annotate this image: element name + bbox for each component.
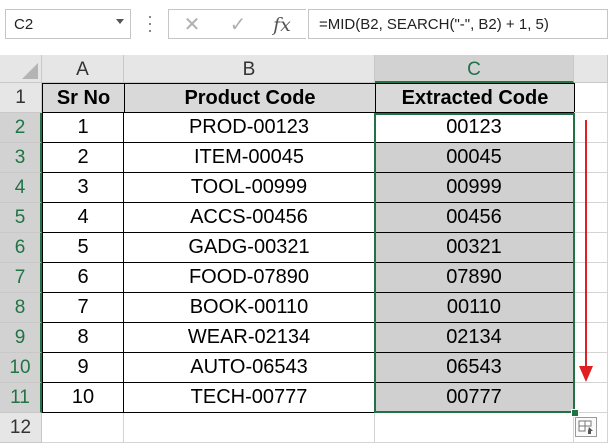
empty-cell[interactable] (375, 413, 574, 443)
table-cell[interactable]: 4 (42, 203, 124, 233)
formula-text: =MID(B2, SEARCH("-", B2) + 1, 5) (319, 16, 549, 33)
formula-buttons: ✕ ✓ fx (168, 9, 306, 39)
empty-cell[interactable] (42, 413, 124, 443)
row-header-9[interactable]: 9 (0, 323, 42, 353)
column-header-a[interactable]: A (42, 55, 124, 83)
formula-bar: C2 ✕ ✓ fx =MID(B2, SEARCH("-", B2) + 1, … (0, 0, 608, 52)
table-cell[interactable]: 00999 (375, 173, 574, 203)
empty-cell[interactable] (574, 383, 608, 413)
table-cell[interactable]: 00321 (375, 233, 574, 263)
row-header-10[interactable]: 10 (0, 353, 42, 383)
row-header-11[interactable]: 11 (0, 383, 42, 413)
table-cell[interactable]: 06543 (375, 353, 574, 383)
chevron-down-icon[interactable] (116, 19, 124, 24)
table-cell[interactable]: 00110 (375, 293, 574, 323)
close-icon[interactable]: ✕ (177, 14, 207, 36)
table-cell[interactable]: ACCS-00456 (124, 203, 375, 233)
select-all-corner[interactable] (0, 55, 42, 83)
table-cell[interactable]: WEAR-02134 (124, 323, 375, 353)
row-header-2[interactable]: 2 (0, 113, 42, 143)
row-header-6[interactable]: 6 (0, 233, 42, 263)
table-cell[interactable]: BOOK-00110 (124, 293, 375, 323)
table-cell[interactable]: 1 (42, 113, 124, 143)
table-cell[interactable]: 10 (42, 383, 124, 413)
row-header-8[interactable]: 8 (0, 293, 42, 323)
formula-input[interactable]: =MID(B2, SEARCH("-", B2) + 1, 5) (308, 9, 608, 39)
table-cell[interactable]: 6 (42, 263, 124, 293)
empty-cell[interactable] (574, 83, 608, 113)
table-cell[interactable]: 7 (42, 293, 124, 323)
column-header-b[interactable]: B (124, 55, 375, 83)
table-header-cell[interactable]: Extracted Code (375, 83, 575, 113)
row-header-5[interactable]: 5 (0, 203, 42, 233)
table-cell[interactable]: 02134 (375, 323, 574, 353)
table-cell[interactable]: 00123 (375, 113, 574, 143)
row-header-1[interactable]: 1 (0, 83, 42, 113)
table-cell[interactable]: FOOD-07890 (124, 263, 375, 293)
table-cell[interactable]: 9 (42, 353, 124, 383)
table-cell[interactable]: 00777 (375, 383, 574, 413)
table-cell[interactable]: 07890 (375, 263, 574, 293)
column-header-d[interactable] (574, 55, 608, 83)
check-icon[interactable]: ✓ (223, 14, 253, 36)
table-cell[interactable]: 3 (42, 173, 124, 203)
table-cell[interactable]: 00045 (375, 143, 574, 173)
table-cell[interactable]: TECH-00777 (124, 383, 375, 413)
insert-function-icon[interactable]: fx (267, 14, 297, 36)
table-cell[interactable]: 2 (42, 143, 124, 173)
table-cell[interactable]: TOOL-00999 (124, 173, 375, 203)
name-box[interactable]: C2 (5, 9, 131, 39)
row-header-12[interactable]: 12 (0, 413, 42, 443)
quick-analysis-icon[interactable] (575, 417, 597, 437)
drag-handle-icon[interactable] (148, 16, 152, 34)
table-cell[interactable]: AUTO-06543 (124, 353, 375, 383)
row-header-4[interactable]: 4 (0, 173, 42, 203)
row-header-3[interactable]: 3 (0, 143, 42, 173)
table-cell[interactable]: 5 (42, 233, 124, 263)
column-header-c[interactable]: C (375, 55, 574, 83)
table-cell[interactable]: 00456 (375, 203, 574, 233)
table-header-cell[interactable]: Product Code (124, 83, 376, 113)
table-cell[interactable]: 8 (42, 323, 124, 353)
table-cell[interactable]: GADG-00321 (124, 233, 375, 263)
empty-cell[interactable] (124, 413, 375, 443)
fill-handle[interactable] (571, 409, 579, 417)
down-arrow-icon (579, 120, 593, 382)
table-cell[interactable]: ITEM-00045 (124, 143, 375, 173)
row-header-7[interactable]: 7 (0, 263, 42, 293)
name-box-value: C2 (14, 16, 34, 33)
table-cell[interactable]: PROD-00123 (124, 113, 375, 143)
table-header-cell[interactable]: Sr No (42, 83, 125, 113)
